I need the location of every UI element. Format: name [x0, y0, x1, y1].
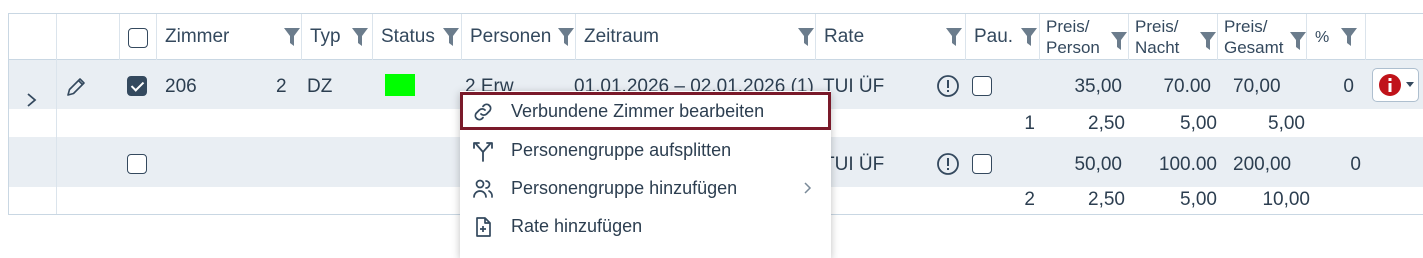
filter-icon[interactable]: [1290, 32, 1306, 50]
header-rate-label: Rate: [824, 26, 865, 47]
filter-icon[interactable]: [443, 28, 459, 46]
menu-item-aufsplitten[interactable]: Personengruppe aufsplitten: [460, 131, 831, 169]
menu-item-label: Personengruppe hinzufügen: [511, 178, 738, 198]
sub-qty-cell: 1: [1024, 113, 1035, 134]
sub-preis-nacht-cell: 5,00: [1180, 189, 1217, 210]
filter-icon[interactable]: [1021, 28, 1037, 46]
filter-icon[interactable]: [946, 28, 962, 46]
menu-item-label: Rate hinzufügen: [511, 216, 643, 236]
filter-icon[interactable]: [284, 28, 300, 46]
header-typ-label: Typ: [310, 26, 341, 47]
header-zimmer-label: Zimmer: [165, 26, 230, 47]
caret-down-icon: [1406, 82, 1414, 87]
rate-cell: TUI ÜF: [823, 154, 885, 175]
percent-cell: 0: [1350, 154, 1361, 175]
pauschal-checkbox[interactable]: [972, 154, 992, 174]
info-icon: [1379, 74, 1401, 96]
row-checkbox[interactable]: [127, 76, 147, 96]
typ-cell: DZ: [307, 76, 333, 97]
header-select-col: [120, 14, 157, 60]
header-percent-label: %: [1315, 29, 1330, 46]
sub-preis-gesamt-cell: 5,00: [1268, 113, 1305, 134]
sub-preis-gesamt-cell: 10,00: [1262, 189, 1310, 210]
menu-item-rate-hinzufuegen[interactable]: Rate hinzufügen: [460, 207, 831, 245]
header-preis-nacht-label: Preis/Nacht: [1135, 17, 1180, 57]
rate-cell: TUI ÜF: [823, 76, 885, 97]
preis-person-cell: 50,00: [1074, 154, 1122, 175]
pencil-icon[interactable]: [64, 75, 88, 99]
info-alert-icon[interactable]: [936, 152, 960, 176]
header-rate[interactable]: Rate: [816, 14, 966, 60]
header-preis-person[interactable]: Preis/Person: [1040, 14, 1129, 60]
table-header: Zimmer Typ Status Personen Zeitraum Rate…: [9, 13, 1423, 60]
preis-nacht-cell: 100.00: [1158, 154, 1217, 175]
preis-nacht-cell: 70.00: [1163, 76, 1211, 97]
preis-gesamt-cell: 200,00: [1233, 154, 1292, 175]
filter-icon[interactable]: [1341, 28, 1357, 46]
header-zeitraum[interactable]: Zeitraum: [576, 14, 816, 60]
status-indicator: [385, 74, 415, 96]
preis-gesamt-cell: 70,00: [1233, 76, 1281, 97]
header-pau-label: Pau.: [974, 26, 1014, 47]
percent-cell: 0: [1343, 76, 1354, 97]
header-zimmer[interactable]: Zimmer: [157, 14, 302, 60]
sub-preis-person-cell: 2,50: [1088, 113, 1125, 134]
sub-preis-nacht-cell: 5,00: [1180, 113, 1217, 134]
header-zeitraum-label: Zeitraum: [584, 26, 659, 47]
menu-item-personengruppe-hinzufuegen[interactable]: Personengruppe hinzufügen: [460, 169, 831, 207]
filter-icon[interactable]: [1111, 32, 1127, 50]
menu-item-verbundene-zimmer[interactable]: Verbundene Zimmer bearbeiten: [460, 92, 831, 130]
header-edit-col: [57, 14, 120, 60]
zimmer-count-cell: 2: [276, 76, 287, 97]
link-icon: [474, 103, 492, 121]
header-pau[interactable]: Pau.: [966, 14, 1040, 60]
header-preis-person-label: Preis/Person: [1046, 17, 1100, 57]
filter-icon[interactable]: [798, 28, 814, 46]
add-file-icon: [476, 217, 491, 237]
header-preis-nacht[interactable]: Preis/Nacht: [1129, 14, 1218, 60]
preis-person-cell: 35,00: [1074, 76, 1122, 97]
chevron-right-icon: [804, 182, 812, 194]
pauschal-checkbox[interactable]: [972, 76, 992, 96]
header-personen-label: Personen: [470, 26, 552, 47]
info-alert-icon[interactable]: [936, 74, 960, 98]
header-typ[interactable]: Typ: [302, 14, 373, 60]
header-status[interactable]: Status: [373, 14, 462, 60]
filter-icon[interactable]: [1200, 32, 1216, 50]
zimmer-cell: 206: [165, 76, 197, 97]
menu-item-label: Personengruppe aufsplitten: [511, 140, 732, 160]
sub-preis-person-cell: 2,50: [1088, 189, 1125, 210]
filter-icon[interactable]: [352, 28, 368, 46]
select-all-checkbox[interactable]: [128, 28, 148, 48]
header-expand-col: [9, 14, 57, 60]
header-status-label: Status: [381, 26, 435, 47]
header-preis-gesamt[interactable]: Preis/Gesamt: [1218, 14, 1307, 60]
menu-item-label: Verbundene Zimmer bearbeiten: [511, 101, 765, 121]
row-actions-dropdown[interactable]: [1372, 68, 1419, 102]
sub-qty-cell: 2: [1024, 189, 1035, 210]
row-checkbox[interactable]: [127, 154, 147, 174]
chevron-right-icon[interactable]: [26, 92, 38, 108]
split-icon: [473, 142, 493, 162]
filter-icon[interactable]: [558, 28, 574, 46]
context-menu: Verbundene Zimmer bearbeiten Personengru…: [460, 91, 831, 258]
add-people-icon: [473, 179, 493, 198]
header-preis-gesamt-label: Preis/Gesamt: [1224, 17, 1284, 57]
header-percent[interactable]: %: [1307, 14, 1366, 60]
header-personen[interactable]: Personen: [462, 14, 576, 60]
